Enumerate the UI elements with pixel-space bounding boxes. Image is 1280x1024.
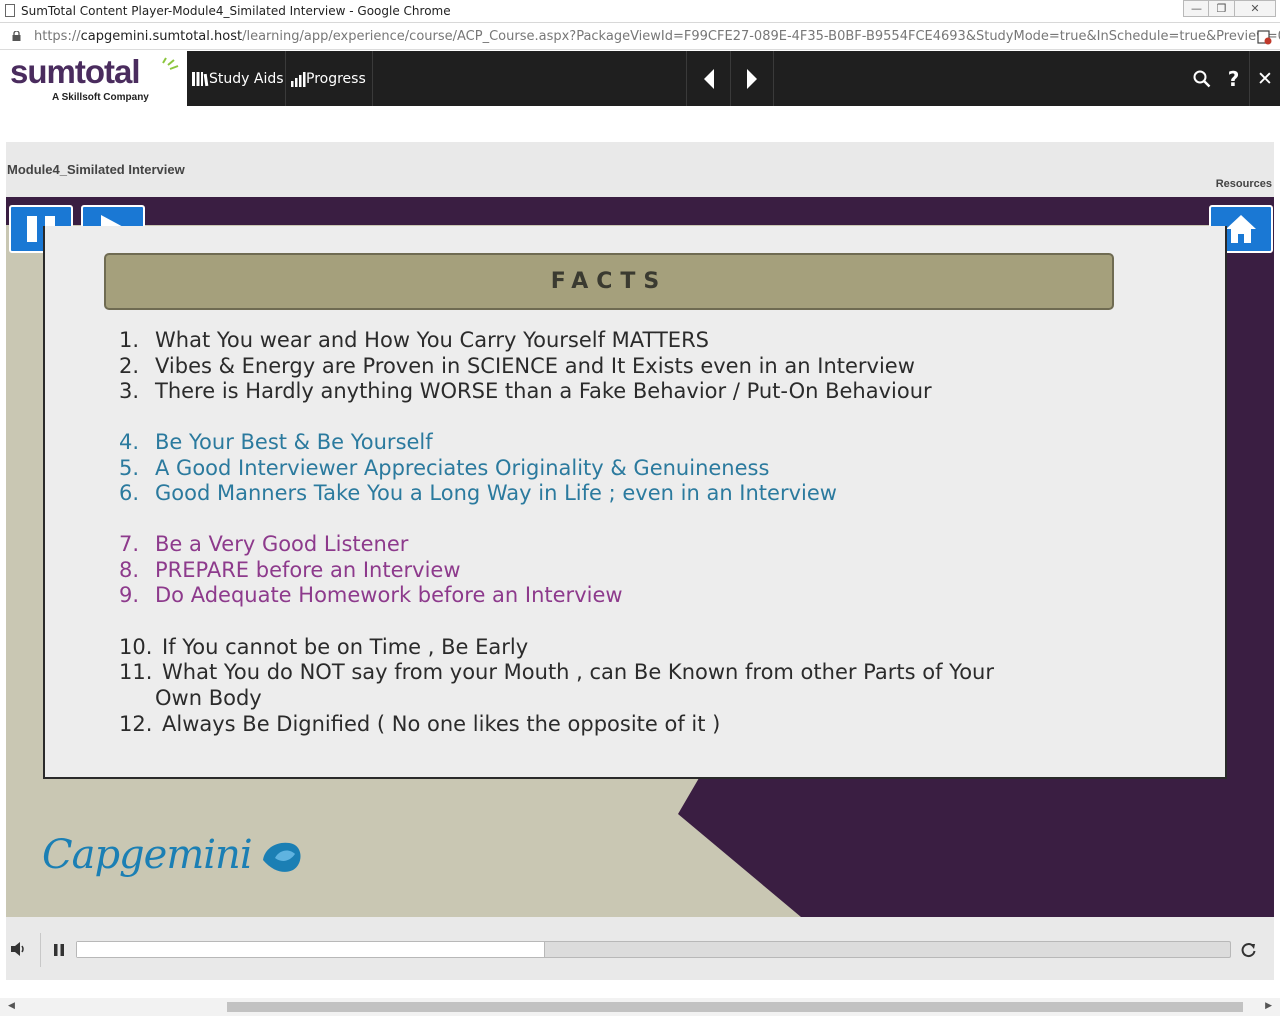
study-aids-label: Study Aids [209, 70, 284, 87]
fact-text: Do Adequate Homework before an Interview [155, 583, 623, 607]
fact-number: 8. [119, 558, 140, 582]
fact-text: A Good Interviewer Appreciates Originali… [155, 456, 770, 480]
playbar-divider [40, 933, 41, 967]
progress-fill [77, 942, 545, 957]
minimize-button[interactable]: — [1183, 0, 1210, 17]
replay-icon[interactable] [1240, 942, 1257, 959]
capgemini-logo: Capgemini [42, 832, 305, 878]
module-title: Module4_Similated Interview [7, 162, 185, 177]
close-player-button[interactable]: ✕ [1249, 51, 1280, 106]
fact-item: 11. What You do NOT say from your Mouth ,… [119, 660, 994, 685]
fact-text: There is Hardly anything WORSE than a Fa… [155, 379, 932, 403]
scroll-left-icon[interactable]: ◀ [8, 1001, 15, 1011]
facts-banner: FACTS [104, 253, 1114, 310]
logo-sparks-icon [162, 57, 179, 70]
document-icon [5, 4, 15, 17]
fact-item: 10. If You cannot be on Time , Be Early [119, 635, 528, 660]
previous-slide-button[interactable] [686, 51, 730, 106]
fact-text: Own Body [155, 686, 262, 710]
fact-number: 1. [119, 328, 140, 352]
search-icon [1193, 70, 1211, 87]
fact-number: 7. [119, 532, 140, 556]
search-button[interactable] [1186, 51, 1218, 106]
close-window-button[interactable]: ✕ [1234, 0, 1276, 17]
close-icon: ✕ [1257, 67, 1273, 90]
fact-number: 9. [119, 583, 140, 607]
fact-text: PREPARE before an Interview [155, 558, 461, 582]
address-bar[interactable]: https://capgemini.sumtotal.host/learning… [0, 24, 1280, 50]
fact-number: 4. [119, 430, 140, 454]
progress-track[interactable] [76, 941, 1231, 958]
next-slide-button[interactable] [730, 51, 774, 106]
fact-item: 7. Be a Very Good Listener [119, 532, 408, 557]
fact-number: 12. [119, 712, 153, 736]
restore-button[interactable]: ❐ [1208, 0, 1235, 17]
fact-number: 2. [119, 354, 140, 378]
fact-item: 8. PREPARE before an Interview [119, 558, 461, 583]
brand-name: sumtotal [10, 53, 141, 90]
help-icon: ? [1227, 66, 1240, 91]
window-titlebar: SumTotal Content Player-Module4_Similate… [0, 0, 1280, 23]
capgemini-spade-icon [263, 842, 301, 872]
help-button[interactable]: ? [1218, 51, 1249, 106]
url-scheme: https:// [34, 29, 81, 44]
fact-number: 11. [119, 660, 153, 684]
volume-icon[interactable] [10, 941, 28, 957]
fact-text: Be a Very Good Listener [155, 532, 409, 556]
resources-link[interactable]: Resources [1216, 178, 1272, 190]
fact-text: What You wear and How You Carry Yourself… [155, 328, 709, 352]
fact-number: 5. [119, 456, 140, 480]
window-title: SumTotal Content Player-Module4_Similate… [21, 4, 451, 18]
fact-item: 1. What You wear and How You Carry Yourse… [119, 328, 709, 353]
lock-icon [12, 31, 21, 41]
extension-icon[interactable] [1256, 29, 1272, 45]
fact-text: What You do NOT say from your Mouth , ca… [162, 660, 994, 684]
study-aids-button[interactable]: Study Aids [188, 51, 286, 106]
fact-number: 6. [119, 481, 140, 505]
fact-item: 9. Do Adequate Homework before an Intervi… [119, 583, 623, 608]
progress-button[interactable]: Progress [287, 51, 373, 106]
fact-text: Good Manners Take You a Long Way in Life… [155, 481, 837, 505]
fact-item-continuation: Own Body [119, 686, 262, 711]
progress-label: Progress [306, 70, 366, 87]
next-icon [747, 68, 757, 89]
fact-item: 2. Vibes & Energy are Proven in SCIENCE a… [119, 354, 915, 379]
fact-text: Vibes & Energy are Proven in SCIENCE and… [155, 354, 915, 378]
fact-text: Always Be Dignified ( No one likes the o… [162, 712, 721, 736]
prev-icon [703, 68, 714, 89]
scrollbar-thumb[interactable] [227, 1002, 1243, 1012]
player-header: sumtotal A Skillsoft Company Study Aids … [0, 51, 1280, 106]
capgemini-logo-text: Capgemini [42, 832, 253, 878]
fact-item: 5. A Good Interviewer Appreciates Origina… [119, 456, 769, 481]
url-host: capgemini.sumtotal.host [80, 29, 243, 44]
fact-text: If You cannot be on Time , Be Early [162, 635, 529, 659]
fact-item: 4. Be Your Best & Be Yourself [119, 430, 433, 455]
fact-item: 3. There is Hardly anything WORSE than a … [119, 379, 932, 404]
scroll-right-icon[interactable]: ▶ [1265, 1001, 1272, 1011]
fact-item: 12. Always Be Dignified ( No one likes th… [119, 712, 720, 737]
pause-icon[interactable] [52, 943, 66, 957]
fact-number: 10. [119, 635, 153, 659]
study-aids-icon [192, 71, 209, 86]
horizontal-scrollbar[interactable]: ◀ ▶ [0, 998, 1280, 1016]
brand-tagline: A Skillsoft Company [52, 92, 149, 103]
fact-number: 3. [119, 379, 140, 403]
fact-item: 6. Good Manners Take You a Long Way in Li… [119, 481, 837, 506]
progress-icon [291, 71, 306, 87]
url-path: /learning/app/experience/course/ACP_Cour… [242, 29, 1280, 44]
url-text[interactable]: https://capgemini.sumtotal.host/learning… [34, 29, 1280, 44]
sumtotal-logo: sumtotal A Skillsoft Company [0, 51, 187, 106]
fact-text: Be Your Best & Be Yourself [155, 430, 433, 454]
